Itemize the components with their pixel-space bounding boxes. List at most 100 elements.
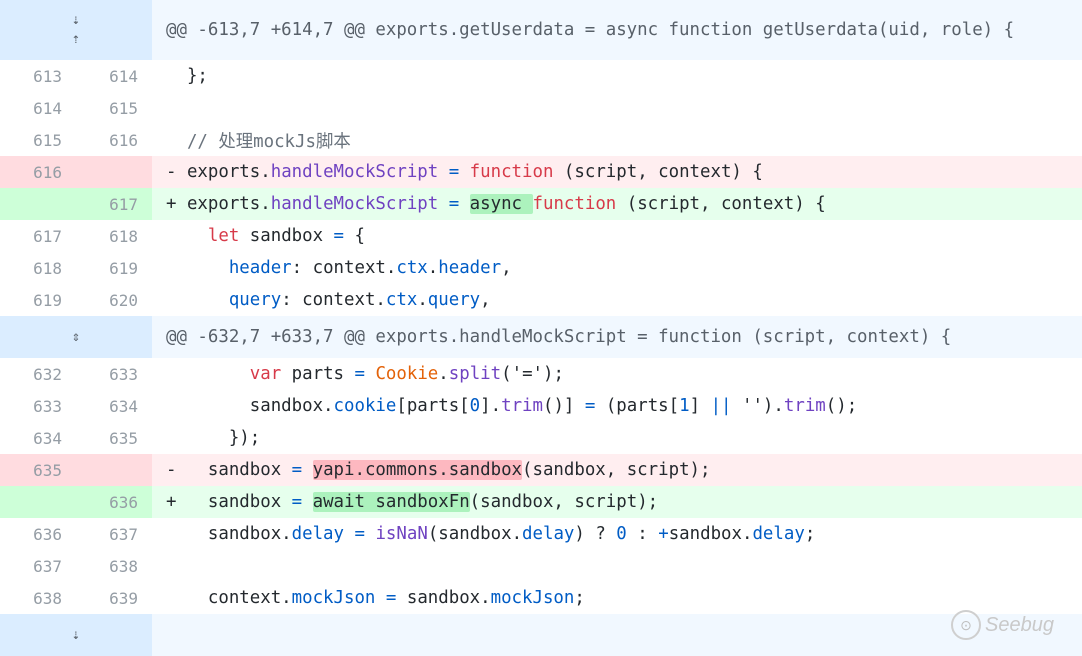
old-line-number[interactable]: 616 — [0, 156, 76, 188]
code-token: ctx — [396, 258, 428, 278]
code-token: , — [480, 290, 491, 310]
new-line-number[interactable]: 615 — [76, 92, 152, 124]
code-token: (script, context) { — [616, 194, 826, 214]
code-token: query — [427, 290, 481, 310]
new-line-number[interactable]: 635 — [76, 422, 152, 454]
diff-line: 637 638 — [0, 550, 1082, 582]
code-token: : — [626, 524, 659, 544]
code-line: - exports. handleMockScript = function (s… — [152, 156, 1082, 188]
code-line: header: context. ctx. header, — [152, 252, 1082, 284]
old-line-number[interactable]: 614 — [0, 92, 76, 124]
added-line: 636 + sandbox = await sandboxFn (sandbox,… — [0, 486, 1082, 518]
code-token: . — [438, 364, 449, 384]
new-line-number[interactable]: 620 — [76, 284, 152, 316]
old-line-number[interactable]: 632 — [0, 358, 76, 390]
expand-down-icon[interactable]: ⇣ — [72, 628, 80, 642]
code-token: let — [207, 226, 240, 246]
code-token: (); — [825, 396, 858, 416]
new-line-number[interactable] — [76, 454, 152, 486]
code-token: exports. — [186, 194, 271, 214]
code-token: ; — [574, 588, 585, 608]
old-line-number[interactable]: 618 — [0, 252, 76, 284]
code-token: = — [354, 524, 365, 544]
expand-both-icon[interactable]: ⇕ — [72, 330, 80, 344]
code-token: delay — [291, 524, 344, 544]
new-line-number[interactable]: 637 — [76, 518, 152, 550]
new-line-number[interactable]: 616 — [76, 124, 152, 156]
new-line-number[interactable]: 617 — [76, 188, 152, 220]
code-line: + exports. handleMockScript = async funct… — [152, 188, 1082, 220]
code-token: parts — [281, 364, 355, 384]
code-token: header — [438, 258, 502, 278]
watermark: ⊙ Seebug — [951, 610, 1054, 640]
new-line-number[interactable]: 618 — [76, 220, 152, 252]
diff-line: 617 618 let sandbox = { — [0, 220, 1082, 252]
diff-line: 614 615 — [0, 92, 1082, 124]
new-line-number[interactable]: 633 — [76, 358, 152, 390]
code-line: sandbox. delay = isNaN (sandbox. delay) ? 0… — [152, 518, 1082, 550]
old-line-number[interactable]: 638 — [0, 582, 76, 614]
code-token: 0 — [616, 524, 627, 544]
old-line-number[interactable]: 617 — [0, 220, 76, 252]
code-token: : context. — [281, 290, 386, 310]
code-line: var parts = Cookie. split ('='); — [152, 358, 1082, 390]
code-token: . — [417, 290, 428, 310]
old-line-number[interactable] — [0, 188, 76, 220]
code-token: ctx — [385, 290, 418, 310]
code-line: sandbox. cookie [parts[0]. trim()] = (parts… — [152, 390, 1082, 422]
code-token: ] — [689, 396, 711, 416]
code-token: || — [710, 396, 732, 416]
code-token: = — [291, 492, 303, 512]
new-line-number[interactable]: 639 — [76, 582, 152, 614]
code-token: function — [469, 162, 554, 182]
code-token: 0 — [469, 396, 481, 416]
old-line-number[interactable]: 615 — [0, 124, 76, 156]
old-line-number[interactable] — [0, 486, 76, 518]
code-token: isNaN — [375, 524, 428, 544]
code-token: ()] — [542, 396, 585, 416]
expand-button[interactable]: ⇕ — [0, 316, 152, 358]
code-line: + sandbox = await sandboxFn (sandbox, scr… — [152, 486, 1082, 518]
new-line-number[interactable]: 636 — [76, 486, 152, 518]
new-line-number[interactable]: 634 — [76, 390, 152, 422]
expand-down-icon[interactable]: ⇣ — [72, 13, 80, 27]
expand-button[interactable]: ⇣ — [0, 614, 152, 656]
code-token: = — [333, 226, 345, 246]
old-line-number[interactable]: 637 — [0, 550, 76, 582]
new-line-number[interactable] — [76, 156, 152, 188]
new-line-number[interactable]: 619 — [76, 252, 152, 284]
old-line-number[interactable]: 619 — [0, 284, 76, 316]
code-token: = — [291, 460, 303, 480]
hunk-footer: ⇣ — [0, 614, 1082, 656]
code-line: // 处理mockJs脚本 — [166, 131, 351, 152]
old-line-number[interactable]: 636 — [0, 518, 76, 550]
code-token: (sandbox, script); — [469, 492, 659, 512]
old-line-number[interactable]: 613 — [0, 60, 76, 92]
expand-button[interactable]: ⇣ ⇡ — [0, 0, 152, 60]
hunk-header: ⇕ @@ -632,7 +633,7 @@ exports.handleMock… — [0, 316, 1082, 358]
code-token: trim — [501, 396, 543, 416]
expand-up-icon[interactable]: ⇡ — [72, 32, 80, 46]
deleted-line: 616 - exports. handleMockScript = functio… — [0, 156, 1082, 188]
code-token: context. — [166, 588, 292, 608]
code-token: delay — [522, 524, 575, 544]
old-line-number[interactable]: 635 — [0, 454, 76, 486]
old-line-number[interactable]: 634 — [0, 422, 76, 454]
highlighted-change: await sandboxFn — [312, 492, 470, 512]
code-token: cookie — [333, 396, 397, 416]
code-token: ; — [804, 524, 816, 544]
code-token: sandbox. — [668, 524, 753, 544]
code-token: 1 — [679, 396, 690, 416]
code-token: (parts[ — [595, 396, 680, 416]
new-line-number[interactable]: 614 — [76, 60, 152, 92]
old-line-number[interactable]: 633 — [0, 390, 76, 422]
highlighted-change: async — [469, 194, 533, 214]
diff-line: 615 616 // 处理mockJs脚本 — [0, 124, 1082, 156]
code-token: [parts[ — [396, 396, 470, 416]
new-line-number[interactable]: 638 — [76, 550, 152, 582]
code-token: query — [228, 290, 282, 310]
seebug-logo-icon: ⊙ — [951, 610, 982, 640]
